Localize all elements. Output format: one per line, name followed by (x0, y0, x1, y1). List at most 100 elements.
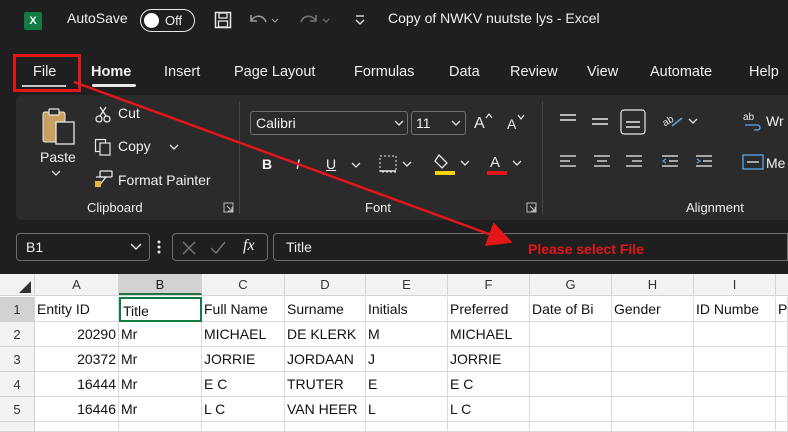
row-header[interactable]: 4 (0, 372, 35, 397)
header-cell[interactable]: Entity ID (35, 297, 119, 322)
customize-icon[interactable] (354, 13, 366, 27)
table-cell[interactable]: VAN HEER (285, 397, 366, 422)
copy-dropdown-icon[interactable] (168, 142, 180, 152)
select-all-corner[interactable] (0, 274, 35, 296)
tab-data[interactable]: Data (449, 64, 480, 80)
tab-review[interactable]: Review (510, 64, 558, 80)
column-header-f[interactable]: F (448, 274, 530, 295)
underline-dropdown-icon[interactable] (350, 160, 362, 170)
table-cell[interactable]: DE KLERK (285, 322, 366, 347)
header-cell[interactable]: P (776, 297, 788, 322)
table-cell[interactable]: E C (202, 372, 285, 397)
wrap-text-label[interactable]: Wr (766, 113, 784, 129)
align-left-icon[interactable] (558, 153, 578, 171)
underline-button[interactable]: U (326, 156, 336, 172)
align-middle-icon[interactable] (590, 112, 610, 130)
borders-icon[interactable] (378, 154, 414, 174)
table-cell[interactable] (612, 322, 694, 347)
table-cell[interactable] (285, 422, 366, 432)
column-header-d[interactable]: D (285, 274, 366, 295)
row-header[interactable]: 3 (0, 347, 35, 372)
table-cell[interactable] (366, 422, 448, 432)
column-header-h[interactable]: H (612, 274, 694, 295)
orientation-icon[interactable]: ab (660, 110, 700, 132)
table-cell[interactable] (776, 347, 788, 372)
tab-formulas[interactable]: Formulas (354, 64, 414, 80)
table-cell[interactable]: L C (448, 397, 530, 422)
column-header-c[interactable]: C (202, 274, 285, 295)
fill-color-icon[interactable] (434, 151, 472, 175)
wrap-text-icon[interactable]: ab (742, 110, 764, 132)
header-cell[interactable]: Title (119, 297, 202, 322)
align-bottom-icon[interactable] (620, 109, 646, 135)
column-header-g[interactable]: G (530, 274, 612, 295)
italic-button[interactable]: I (296, 156, 300, 172)
align-center-icon[interactable] (592, 153, 612, 171)
table-cell[interactable]: TRUTER (285, 372, 366, 397)
header-cell[interactable]: Initials (366, 297, 448, 322)
table-cell[interactable]: E C (448, 372, 530, 397)
header-cell[interactable]: Full Name (202, 297, 285, 322)
paste-icon[interactable] (40, 106, 80, 148)
table-cell[interactable]: 16444 (35, 372, 119, 397)
row-header[interactable]: 1 (0, 297, 35, 322)
increase-indent-icon[interactable] (694, 153, 714, 171)
table-cell[interactable]: J (366, 347, 448, 372)
table-cell[interactable] (776, 397, 788, 422)
header-cell[interactable]: Surname (285, 297, 366, 322)
table-cell[interactable] (694, 422, 776, 432)
tab-view[interactable]: View (587, 64, 618, 80)
merge-label[interactable]: Me (766, 155, 785, 171)
paste-dropdown-icon[interactable] (50, 168, 62, 178)
column-header-i[interactable]: I (694, 274, 776, 295)
table-cell[interactable] (530, 422, 612, 432)
bold-button[interactable]: B (262, 156, 272, 172)
name-box[interactable]: B1 (16, 233, 150, 261)
row-header[interactable]: 5 (0, 397, 35, 422)
table-cell[interactable]: 20290 (35, 322, 119, 347)
cancel-icon[interactable] (181, 240, 197, 256)
table-cell[interactable] (776, 372, 788, 397)
table-cell[interactable]: L (366, 397, 448, 422)
align-top-icon[interactable] (558, 112, 578, 130)
merge-center-icon[interactable] (742, 153, 764, 171)
table-cell[interactable]: E (366, 372, 448, 397)
table-cell[interactable] (35, 422, 119, 432)
table-cell[interactable] (694, 397, 776, 422)
cut-icon[interactable] (94, 105, 112, 123)
table-cell[interactable]: L C (202, 397, 285, 422)
table-cell[interactable]: JORDAAN (285, 347, 366, 372)
tab-help[interactable]: Help (749, 64, 779, 80)
header-cell[interactable]: Preferred (448, 297, 530, 322)
tab-page-layout[interactable]: Page Layout (234, 64, 315, 80)
table-cell[interactable]: Mr (119, 347, 202, 372)
table-cell[interactable]: JORRIE (202, 347, 285, 372)
table-cell[interactable] (119, 422, 202, 432)
redo-icon[interactable] (298, 11, 332, 29)
tab-insert[interactable]: Insert (164, 64, 200, 80)
table-cell[interactable]: Mr (119, 322, 202, 347)
table-cell[interactable] (776, 422, 788, 432)
row-header[interactable]: 2 (0, 322, 35, 347)
more-options-icon[interactable] (155, 238, 163, 256)
table-cell[interactable]: JORRIE (448, 347, 530, 372)
save-icon[interactable] (214, 11, 232, 29)
autosave-toggle[interactable]: Off (140, 9, 195, 32)
copy-label[interactable]: Copy (118, 138, 151, 154)
column-header-b[interactable]: B (119, 274, 202, 295)
table-cell[interactable]: M (366, 322, 448, 347)
insert-function-button[interactable]: fx (243, 237, 255, 255)
enter-check-icon[interactable] (209, 240, 227, 256)
font-launcher-icon[interactable] (526, 202, 537, 213)
table-cell[interactable]: 20372 (35, 347, 119, 372)
font-size-select[interactable]: 11 (411, 111, 466, 135)
copy-icon[interactable] (94, 138, 112, 156)
decrease-font-icon[interactable]: A (505, 112, 527, 134)
column-header-a[interactable]: A (35, 274, 119, 295)
table-cell[interactable] (776, 322, 788, 347)
table-cell[interactable] (530, 322, 612, 347)
format-painter-label[interactable]: Format Painter (118, 172, 211, 188)
clipboard-launcher-icon[interactable] (223, 202, 234, 213)
table-cell[interactable] (530, 397, 612, 422)
decrease-indent-icon[interactable] (660, 153, 680, 171)
